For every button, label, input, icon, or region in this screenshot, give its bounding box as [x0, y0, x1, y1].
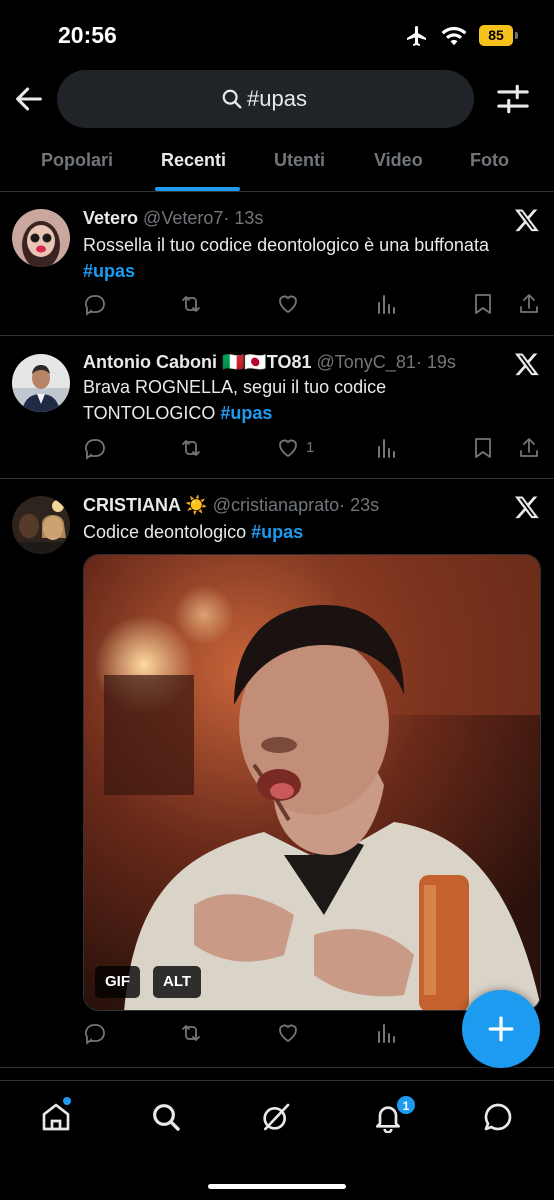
- x-logo-icon: [514, 353, 539, 376]
- tab-recenti[interactable]: Recenti: [161, 150, 226, 171]
- active-tab-indicator: [155, 187, 240, 191]
- user-handle[interactable]: @cristianaprato: [213, 495, 339, 515]
- alt-badge[interactable]: ALT: [153, 966, 202, 998]
- reply-icon[interactable]: [83, 292, 107, 316]
- status-bar: 20:56 85: [0, 0, 554, 70]
- gif-frame: [84, 555, 540, 1010]
- tab-video[interactable]: Video: [374, 150, 423, 171]
- bookmark-icon[interactable]: [471, 436, 495, 460]
- x-logo-icon: [514, 209, 539, 232]
- user-handle[interactable]: @TonyC_81: [317, 352, 416, 372]
- search-header: #upas: [0, 68, 554, 130]
- status-time: 20:56: [58, 22, 117, 48]
- timestamp: · 23s: [339, 495, 380, 515]
- home-unread-dot: [63, 1097, 71, 1105]
- tweet-text: Brava ROGNELLA, segui il tuo codice TONT…: [83, 374, 443, 426]
- wifi-icon: [441, 26, 467, 46]
- search-icon[interactable]: [150, 1101, 182, 1133]
- plus-icon: [488, 1016, 514, 1042]
- compose-post-button[interactable]: [462, 990, 540, 1068]
- tweet-header: Antonio Caboni 🇮🇹🇯🇵TO81 @TonyC_81· 19s: [83, 352, 456, 373]
- user-handle[interactable]: @Vetero7: [143, 208, 223, 228]
- tweet-body: Codice deontologico: [83, 522, 247, 542]
- like-icon[interactable]: [276, 292, 300, 316]
- tweet-body: Rossella il tuo codice deontologico è un…: [83, 235, 489, 255]
- notifications-badge: 1: [396, 1095, 416, 1115]
- like-icon[interactable]: [276, 1021, 300, 1045]
- avatar[interactable]: [12, 354, 70, 412]
- hashtag-link[interactable]: #upas: [83, 261, 135, 281]
- tweet-media-gif[interactable]: [83, 554, 541, 1011]
- filter-settings-icon[interactable]: [496, 82, 530, 116]
- reply-icon[interactable]: [83, 1021, 107, 1045]
- like-count: 1: [306, 439, 315, 456]
- avatar[interactable]: [12, 496, 70, 554]
- views-icon[interactable]: [374, 1021, 398, 1045]
- search-tabs: Popolari Recenti Utenti Video Foto: [0, 134, 554, 192]
- tab-utenti[interactable]: Utenti: [274, 150, 325, 171]
- gif-badge: GIF: [95, 966, 140, 998]
- tweet[interactable]: Vetero @Vetero7· 13s Rossella il tuo cod…: [0, 192, 554, 336]
- views-icon[interactable]: [374, 292, 398, 316]
- tab-popolari[interactable]: Popolari: [41, 150, 113, 171]
- display-name[interactable]: Vetero: [83, 208, 138, 228]
- battery-level: 85: [479, 25, 513, 46]
- timestamp: · 19s: [415, 352, 456, 372]
- search-query: #upas: [247, 86, 307, 111]
- retweet-icon[interactable]: [179, 1021, 203, 1045]
- avatar[interactable]: [12, 209, 70, 267]
- tab-foto[interactable]: Foto: [470, 150, 509, 171]
- share-icon[interactable]: [517, 292, 541, 316]
- timestamp: · 13s: [223, 208, 264, 228]
- retweet-icon[interactable]: [179, 436, 203, 460]
- tweet-actions: [83, 292, 543, 318]
- bottom-navigation: 1: [0, 1080, 554, 1200]
- search-input[interactable]: #upas: [57, 70, 474, 128]
- grok-icon[interactable]: [260, 1101, 292, 1133]
- hashtag-link[interactable]: #upas: [251, 522, 303, 542]
- display-name[interactable]: Antonio Caboni 🇮🇹🇯🇵TO81: [83, 352, 312, 372]
- tweet-text: Codice deontologico #upas: [83, 519, 523, 545]
- share-icon[interactable]: [517, 436, 541, 460]
- x-logo-icon: [514, 496, 539, 519]
- reply-icon[interactable]: [83, 436, 107, 460]
- bookmark-icon[interactable]: [471, 292, 495, 316]
- back-arrow-icon[interactable]: [12, 82, 46, 116]
- battery-indicator: 85: [479, 25, 519, 46]
- search-icon: [222, 89, 242, 109]
- home-indicator: [208, 1184, 346, 1189]
- tweet-header: CRISTIANA ☀️ @cristianaprato· 23s: [83, 495, 379, 516]
- tweet[interactable]: Antonio Caboni 🇮🇹🇯🇵TO81 @TonyC_81· 19s B…: [0, 336, 554, 479]
- home-icon[interactable]: [40, 1101, 72, 1133]
- tweet-actions: 1: [83, 436, 543, 462]
- like-icon[interactable]: [276, 436, 300, 460]
- hashtag-link[interactable]: #upas: [220, 403, 272, 423]
- tweet-text: Rossella il tuo codice deontologico è un…: [83, 232, 523, 284]
- tweet-header: Vetero @Vetero7· 13s: [83, 208, 263, 229]
- views-icon[interactable]: [374, 436, 398, 460]
- display-name[interactable]: CRISTIANA ☀️: [83, 495, 208, 515]
- airplane-mode-icon: [407, 26, 426, 46]
- retweet-icon[interactable]: [179, 292, 203, 316]
- messages-icon[interactable]: [482, 1101, 514, 1133]
